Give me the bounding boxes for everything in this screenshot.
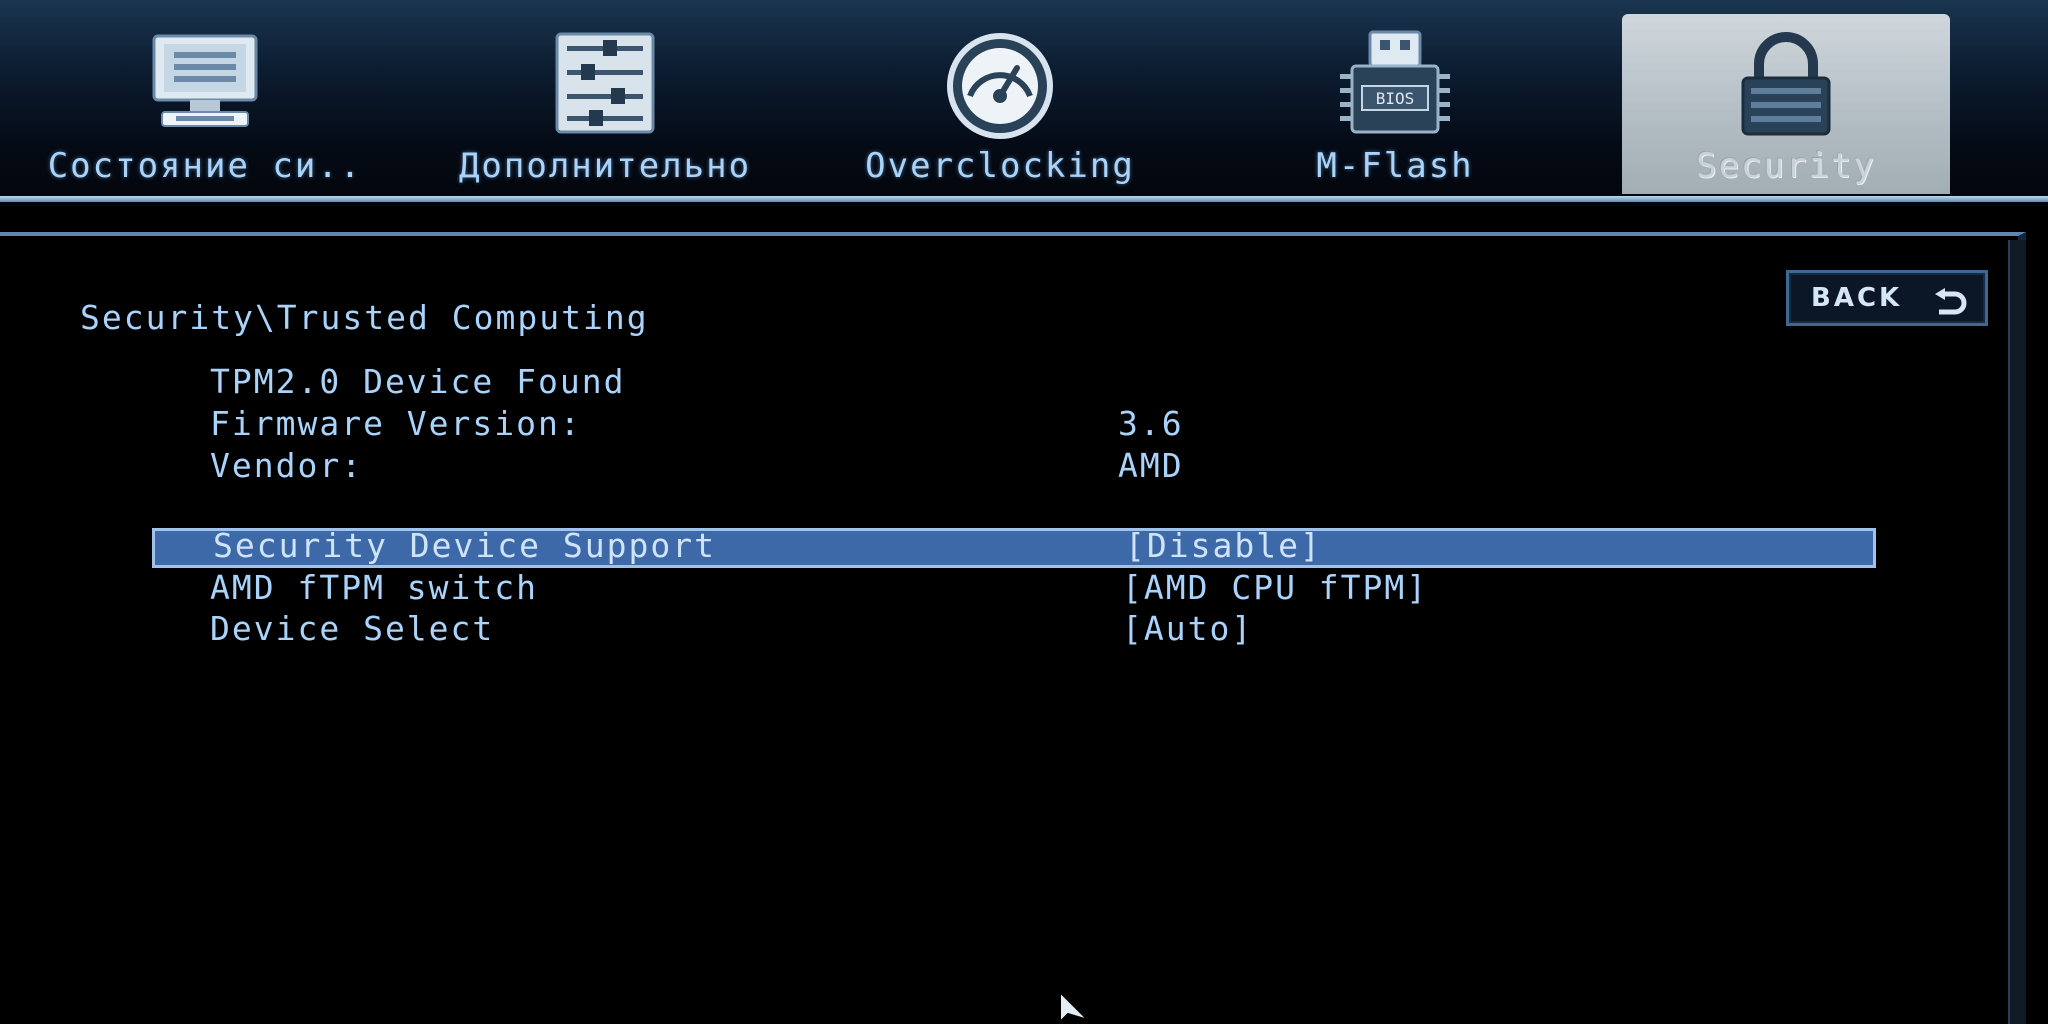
mouse-pointer-icon	[1058, 989, 1098, 1024]
vendor-value: AMD	[1118, 446, 1184, 485]
tab-label: Security	[1696, 146, 1876, 186]
back-button[interactable]: BACK	[1786, 270, 1988, 326]
bios-chip-icon: BIOS	[1330, 30, 1460, 144]
tab-label: Overclocking	[865, 146, 1135, 186]
tab-advanced[interactable]: Дополнительно	[420, 14, 790, 194]
speedometer-icon	[935, 30, 1065, 144]
setting-device-select[interactable]: Device Select [Auto]	[152, 609, 1876, 651]
firmware-version-value: 3.6	[1118, 404, 1184, 443]
setting-label: AMD fTPM switch	[210, 568, 539, 607]
monitor-icon	[140, 30, 270, 144]
tab-label: Состояние си..	[47, 146, 363, 186]
back-button-label: BACK	[1811, 283, 1903, 313]
tab-system-status[interactable]: Состояние си..	[20, 14, 390, 194]
tab-overclocking[interactable]: Overclocking	[815, 14, 1185, 194]
tab-label: Дополнительно	[458, 146, 752, 186]
chip-label: BIOS	[1376, 89, 1415, 108]
setting-value[interactable]: [AMD CPU fTPM]	[1122, 568, 1428, 607]
tab-bar-divider	[0, 196, 2048, 202]
setting-label: Security Device Support	[213, 526, 716, 565]
tab-security[interactable]: Security	[1622, 14, 1950, 194]
scrollbar[interactable]	[2008, 240, 2026, 1024]
padlock-icon	[1731, 30, 1841, 144]
vendor-label: Vendor:	[210, 446, 364, 485]
return-arrow-icon	[1933, 285, 1967, 335]
firmware-version-label: Firmware Version:	[210, 404, 582, 443]
setting-value[interactable]: [Auto]	[1122, 609, 1253, 648]
tab-m-flash[interactable]: BIOS M-Flash	[1210, 14, 1580, 194]
setting-value[interactable]: [Disable]	[1125, 526, 1322, 565]
setting-label: Device Select	[210, 609, 495, 648]
setting-security-device-support[interactable]: Security Device Support [Disable]	[152, 526, 1876, 568]
setting-amd-ftpm-switch[interactable]: AMD fTPM switch [AMD CPU fTPM]	[152, 568, 1876, 610]
top-tab-bar: Состояние си.. Дополнительно Overclockin…	[0, 0, 2048, 206]
tpm-status: TPM2.0 Device Found	[210, 362, 626, 401]
sliders-icon	[545, 30, 665, 144]
breadcrumb: Security\Trusted Computing	[80, 298, 649, 337]
tab-label: M-Flash	[1316, 146, 1474, 186]
